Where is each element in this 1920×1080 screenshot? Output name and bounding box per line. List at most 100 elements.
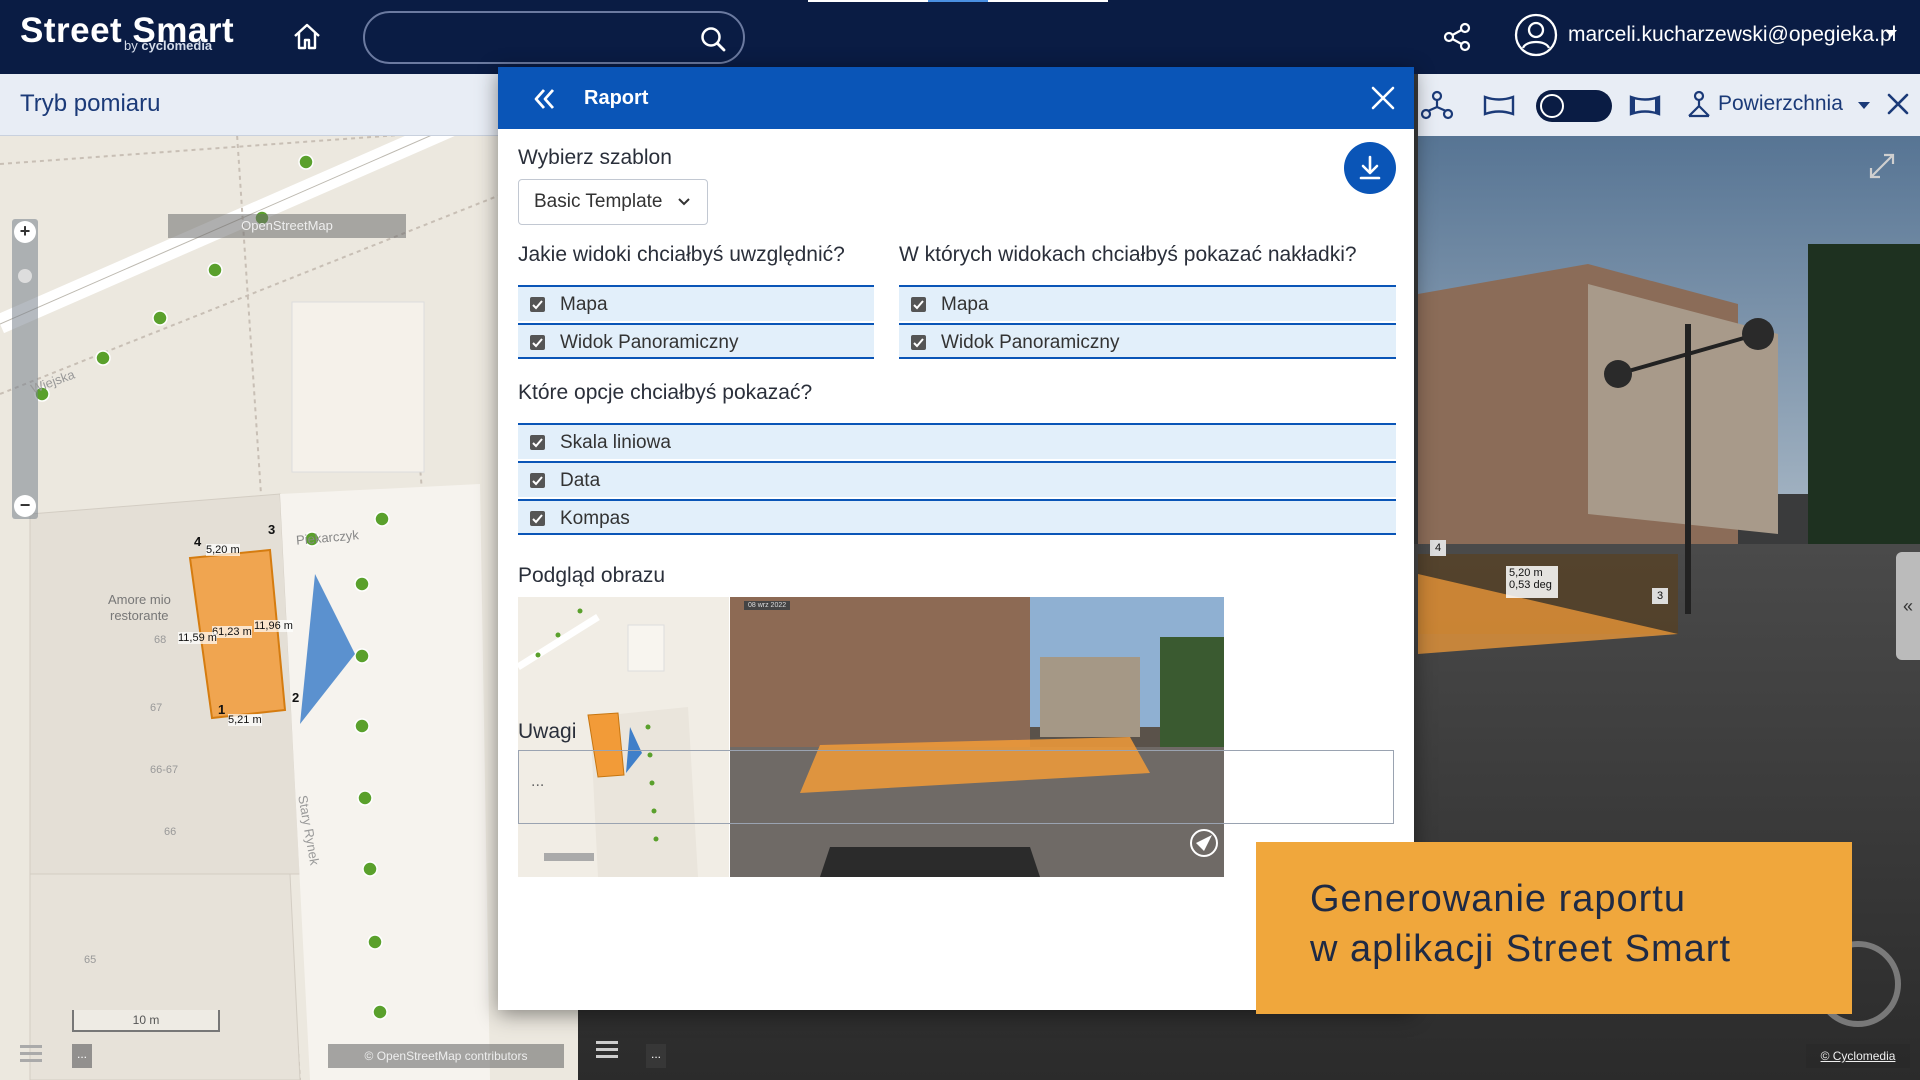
zoom-slider[interactable]: + − <box>12 219 38 519</box>
option-date[interactable]: Data <box>518 461 1396 497</box>
close-icon[interactable] <box>1370 85 1396 111</box>
house-number: 66 <box>164 826 177 838</box>
pano-measure-distance: 5,20 m <box>1509 567 1543 579</box>
measure-point: 3 <box>268 522 276 537</box>
views-option-label: Mapa <box>560 294 608 315</box>
report-dialog-header: Raport <box>498 67 1414 129</box>
search-icon[interactable] <box>699 25 727 53</box>
pano-measure-label: 5,20 m 0,53 deg <box>1506 566 1558 598</box>
measure-label: 11,59 m <box>178 632 217 644</box>
caption-line2: w aplikacji Street Smart <box>1310 928 1732 970</box>
measure-mode-title: Tryb pomiaru <box>20 90 161 117</box>
checkbox-checked-icon[interactable] <box>530 335 545 350</box>
checkbox-checked-icon[interactable] <box>911 335 926 350</box>
surface-mode-dropdown[interactable]: Powierzchnia <box>1718 92 1843 116</box>
download-report-button[interactable] <box>1344 142 1396 194</box>
overlays-question: W których widokach chciałbyś pokazać nak… <box>899 243 1357 266</box>
hamburger-icon[interactable] <box>596 1040 618 1058</box>
panorama-toolbar: Powierzchnia <box>1418 74 1920 136</box>
expand-icon[interactable] <box>1866 150 1898 182</box>
zoom-handle[interactable] <box>18 269 32 283</box>
hamburger-icon[interactable] <box>20 1044 42 1062</box>
logo-sub-brand: cyclomedia <box>141 38 213 53</box>
loading-indicator <box>808 0 1108 2</box>
surface-measure-icon[interactable] <box>1684 90 1718 120</box>
house-number: 67 <box>150 702 163 714</box>
checkbox-checked-icon[interactable] <box>530 435 545 450</box>
house-number: 68 <box>154 634 167 646</box>
checkbox-checked-icon[interactable] <box>530 511 545 526</box>
chevron-down-icon[interactable] <box>1858 102 1870 109</box>
preview-panorama-image: 08 wrz 2022 <box>730 597 1224 877</box>
share-icon[interactable] <box>1440 20 1474 54</box>
poi-label: Amore mio <box>108 592 171 607</box>
osm-layer-tag: OpenStreetMap <box>168 214 406 238</box>
side-panel-toggle[interactable]: « <box>1896 552 1920 660</box>
measure-point: 4 <box>194 534 202 549</box>
panorama-full-icon[interactable] <box>1628 90 1662 120</box>
option-compass[interactable]: Kompas <box>518 499 1396 535</box>
pano-attribution[interactable]: © Cyclomedia <box>1806 1044 1910 1068</box>
pano-measure-point: 4 <box>1430 540 1446 556</box>
overlays-option-label: Mapa <box>941 294 989 315</box>
checkbox-checked-icon[interactable] <box>911 297 926 312</box>
template-value: Basic Template <box>534 191 663 212</box>
user-email[interactable]: marceli.kucharzewski@opegieka.pl <box>1568 23 1896 47</box>
options-question: Które opcje chciałbyś pokazać? <box>518 381 813 404</box>
preview-date-badge: 08 wrz 2022 <box>744 601 791 610</box>
template-label: Wybierz szablon <box>518 146 672 169</box>
checkbox-checked-icon[interactable] <box>530 297 545 312</box>
pano-measure-angle: 0,53 deg <box>1509 579 1552 591</box>
map-more-button[interactable]: ... <box>72 1044 92 1068</box>
pano-more-button[interactable]: ... <box>646 1044 666 1068</box>
notes-textarea[interactable]: ... <box>518 750 1394 824</box>
measure-network-icon[interactable] <box>1420 90 1454 120</box>
map-scale: 10 m <box>72 1010 220 1032</box>
overlays-option-panorama[interactable]: Widok Panoramiczny <box>899 323 1396 359</box>
download-icon <box>1359 155 1381 180</box>
caption-line1: Generowanie raportu <box>1310 878 1686 920</box>
measure-label: 61,23 m <box>212 626 252 638</box>
house-number: 65 <box>84 954 97 966</box>
panorama-mode-icon[interactable] <box>1482 90 1516 120</box>
user-icon[interactable] <box>1513 12 1559 58</box>
preview-label: Podgląd obrazu <box>518 564 666 587</box>
measure-label: 5,21 m <box>228 714 262 726</box>
overlays-option-map[interactable]: Mapa <box>899 285 1396 321</box>
template-dropdown[interactable]: Basic Template <box>518 179 708 225</box>
measure-point: 1 <box>218 702 226 717</box>
view-mode-toggle[interactable] <box>1536 90 1612 122</box>
chevron-down-icon[interactable] <box>1885 30 1897 37</box>
house-number: 66-67 <box>150 764 179 776</box>
views-option-label: Widok Panoramiczny <box>560 332 739 353</box>
search-input[interactable] <box>385 23 685 53</box>
notes-label: Uwagi <box>518 720 577 743</box>
measure-point: 2 <box>292 690 300 705</box>
measure-label: 5,20 m <box>206 544 240 556</box>
map-view[interactable]: + − OpenStreetMap Wiejska Piekarczyk Sta… <box>0 74 578 1080</box>
pano-measure-point: 3 <box>1652 588 1668 604</box>
views-option-map[interactable]: Mapa <box>518 285 874 321</box>
checkbox-checked-icon[interactable] <box>530 473 545 488</box>
overlays-option-label: Widok Panoramiczny <box>941 332 1120 353</box>
zoom-out-button[interactable]: − <box>14 495 36 517</box>
logo-sub-prefix: by <box>124 38 142 53</box>
option-label: Kompas <box>560 508 630 529</box>
option-label: Data <box>560 470 601 491</box>
report-title: Raport <box>584 87 649 109</box>
top-bar: Street Smart by cyclomedia marceli.kucha… <box>0 0 1920 74</box>
zoom-in-button[interactable]: + <box>14 221 36 243</box>
search-field[interactable] <box>363 11 745 64</box>
poi-label: restorante <box>110 608 169 623</box>
chevron-down-icon <box>677 193 691 207</box>
views-option-panorama[interactable]: Widok Panoramiczny <box>518 323 874 359</box>
logo-subtitle: by cyclomedia <box>124 38 212 53</box>
map-attribution[interactable]: © OpenStreetMap contributors <box>328 1044 564 1068</box>
double-chevron-left-icon[interactable] <box>530 85 558 113</box>
map-header: Tryb pomiaru <box>0 74 578 136</box>
close-icon[interactable] <box>1884 90 1912 118</box>
home-icon[interactable] <box>290 20 324 54</box>
measure-label: 11,96 m <box>254 620 293 632</box>
views-question: Jakie widoki chciałbyś uwzględnić? <box>518 243 845 266</box>
option-linear-scale[interactable]: Skala liniowa <box>518 423 1396 459</box>
